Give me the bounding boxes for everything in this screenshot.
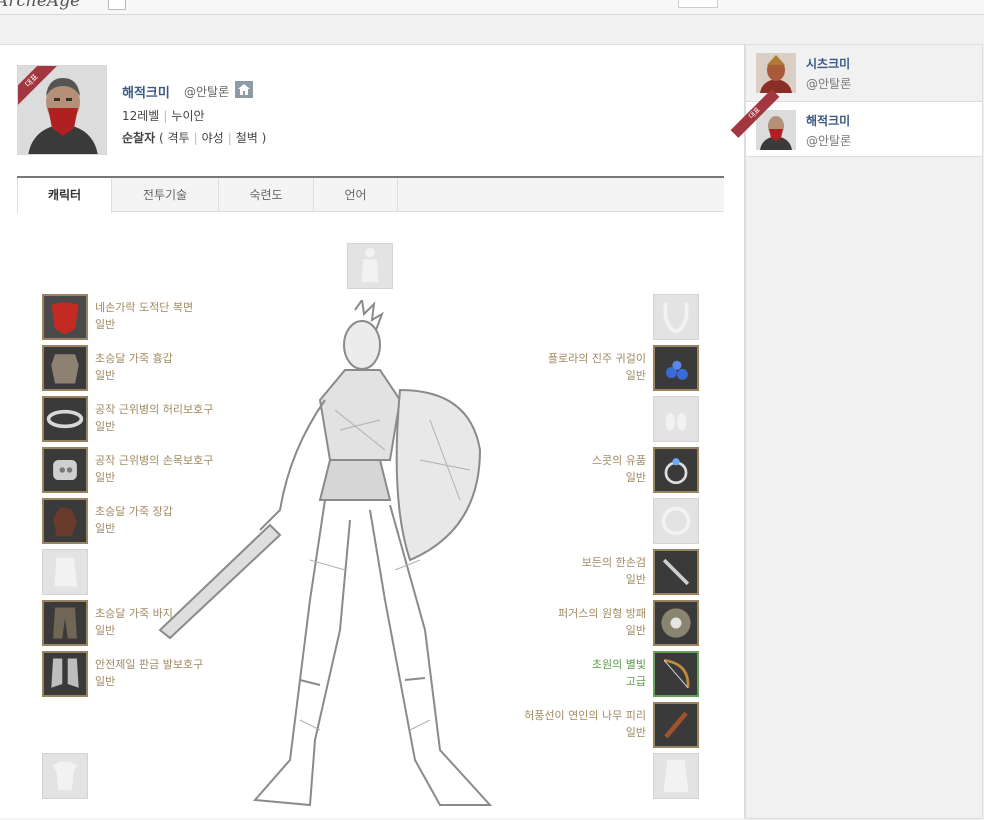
slot-ranged[interactable]	[653, 651, 699, 697]
item-name-wrist[interactable]: 공작 근위병의 손목보호구	[95, 453, 213, 469]
side-character-server: @안탈론	[806, 77, 852, 91]
logo[interactable]: ArcheAge	[0, 0, 80, 11]
slot-ring-2-empty[interactable]	[653, 498, 699, 544]
item-name-legs[interactable]: 초승달 가죽 바지	[95, 606, 173, 622]
pants-icon	[44, 602, 86, 644]
slot-wrist[interactable]	[42, 447, 88, 493]
item-grade-face: 일반	[95, 318, 116, 331]
item-grade-instrument: 일반	[625, 726, 646, 739]
slot-undershirt-empty[interactable]	[42, 753, 88, 799]
mask-icon	[44, 296, 86, 338]
shirt-placeholder-icon	[54, 557, 78, 587]
item-name-waist[interactable]: 공작 근위병의 허리보호구	[95, 402, 213, 418]
menu-toggle-icon[interactable]	[108, 0, 126, 10]
item-grade-ring: 일반	[625, 471, 646, 484]
item-name-chest[interactable]: 초승달 가죽 흉갑	[95, 351, 173, 367]
tab-proficiency[interactable]: 숙련도	[219, 178, 314, 212]
slot-main-hand[interactable]	[653, 549, 699, 595]
side-character-name[interactable]: 해적크미	[806, 112, 850, 129]
ring-placeholder-icon	[661, 506, 691, 536]
item-name-off-hand[interactable]: 퍼거스의 원형 방패	[558, 606, 646, 622]
belt-icon	[44, 398, 86, 440]
side-character-name[interactable]: 시츠크미	[806, 55, 850, 72]
class-name: 순찰자	[122, 131, 156, 145]
item-grade-legs: 일반	[95, 624, 116, 637]
item-name-ranged[interactable]: 초원의 별빛	[592, 657, 646, 673]
character-list-item[interactable]: 시츠크미 @안탈론	[746, 45, 982, 101]
level-line: 12레벨 | 누이안	[122, 109, 205, 123]
slot-chest[interactable]	[42, 345, 88, 391]
tshirt-placeholder-icon	[52, 761, 78, 791]
slot-off-hand[interactable]	[653, 600, 699, 646]
slot-ring-1[interactable]	[653, 447, 699, 493]
skill-1: 격투	[167, 131, 190, 145]
race: 누이안	[171, 109, 205, 123]
item-grade-wrist: 일반	[95, 471, 116, 484]
slot-earring-2-empty[interactable]	[653, 396, 699, 442]
item-grade-feet: 일반	[95, 675, 116, 688]
skill-3: 철벽	[235, 131, 258, 145]
server-name: @안탈론	[184, 85, 230, 99]
slot-necklace-empty[interactable]	[653, 294, 699, 340]
earring-placeholder-icon	[665, 413, 687, 431]
bracer-icon	[44, 449, 86, 491]
bow-icon	[655, 653, 697, 695]
side-character-server: @안탈론	[806, 134, 852, 148]
item-name-ring[interactable]: 스콧의 유품	[592, 453, 646, 469]
sword-icon	[655, 551, 697, 593]
slot-costume-empty[interactable]	[347, 243, 393, 289]
slot-hands[interactable]	[42, 498, 88, 544]
slot-shirt-empty[interactable]	[42, 549, 88, 595]
chest-armor-icon	[44, 347, 86, 389]
item-grade-chest: 일반	[95, 369, 116, 382]
item-name-hands[interactable]: 초승달 가죽 장갑	[95, 504, 173, 520]
character-name: 해적크미	[122, 86, 170, 101]
flute-icon	[655, 704, 697, 746]
class-line: 순찰자 ( 격투 | 야성 | 철벽 )	[122, 131, 267, 145]
item-grade-main-hand: 일반	[625, 573, 646, 586]
item-grade-waist: 일반	[95, 420, 116, 433]
item-grade-hands: 일반	[95, 522, 116, 535]
item-name-main-hand[interactable]: 보든의 한손검	[582, 555, 646, 571]
item-grade-off-hand: 일반	[625, 624, 646, 637]
tab-combat-skills[interactable]: 전투기술	[112, 178, 219, 212]
ring-icon	[655, 449, 697, 491]
item-name-instrument[interactable]: 허풍선이 연인의 나무 피리	[524, 708, 646, 724]
avatar	[756, 110, 796, 150]
level: 12레벨	[122, 109, 160, 123]
slot-feet[interactable]	[42, 651, 88, 697]
character-illustration	[158, 300, 493, 807]
necklace-placeholder-icon	[663, 302, 689, 334]
avatar: 대표	[17, 65, 107, 155]
pearl-earring-icon	[655, 347, 697, 389]
slot-earring-1[interactable]	[653, 345, 699, 391]
top-bar: ArcheAge	[0, 0, 984, 15]
slot-waist[interactable]	[42, 396, 88, 442]
tab-character[interactable]: 캐릭터	[17, 178, 112, 213]
item-grade-earring: 일반	[625, 369, 646, 382]
body-placeholder-icon	[361, 247, 379, 283]
slot-back-empty[interactable]	[653, 753, 699, 799]
item-grade-ranged: 고급	[625, 675, 646, 688]
tab-bar: 캐릭터 전투기술 숙련도 언어	[17, 176, 724, 213]
character-panel: 대표 해적크미 @안탈론 12레벨 | 누이안 순찰자 ( 격투 | 야성 | 철벽 ) 캐…	[0, 44, 745, 818]
avatar	[756, 53, 796, 93]
character-list-item-active[interactable]: 대표 해적크미 @안탈론	[730, 89, 982, 157]
slot-legs[interactable]	[42, 600, 88, 646]
tab-language[interactable]: 언어	[314, 178, 398, 212]
round-shield-icon	[655, 602, 697, 644]
character-list: 시츠크미 @안탈론 대표 해적크미 @안탈론	[730, 44, 983, 819]
item-name-face[interactable]: 네손가락 도적단 복면	[95, 300, 193, 316]
item-name-feet[interactable]: 안전제일 판금 발보호구	[95, 657, 203, 673]
glove-icon	[44, 500, 86, 542]
slot-face[interactable]	[42, 294, 88, 340]
boots-icon	[44, 653, 86, 695]
top-button[interactable]	[678, 0, 718, 8]
item-name-earring[interactable]: 플로라의 진주 귀걸이	[548, 351, 646, 367]
cloak-placeholder-icon	[663, 759, 689, 793]
home-icon[interactable]	[235, 81, 253, 98]
skill-2: 야성	[201, 131, 224, 145]
slot-instrument[interactable]	[653, 702, 699, 748]
